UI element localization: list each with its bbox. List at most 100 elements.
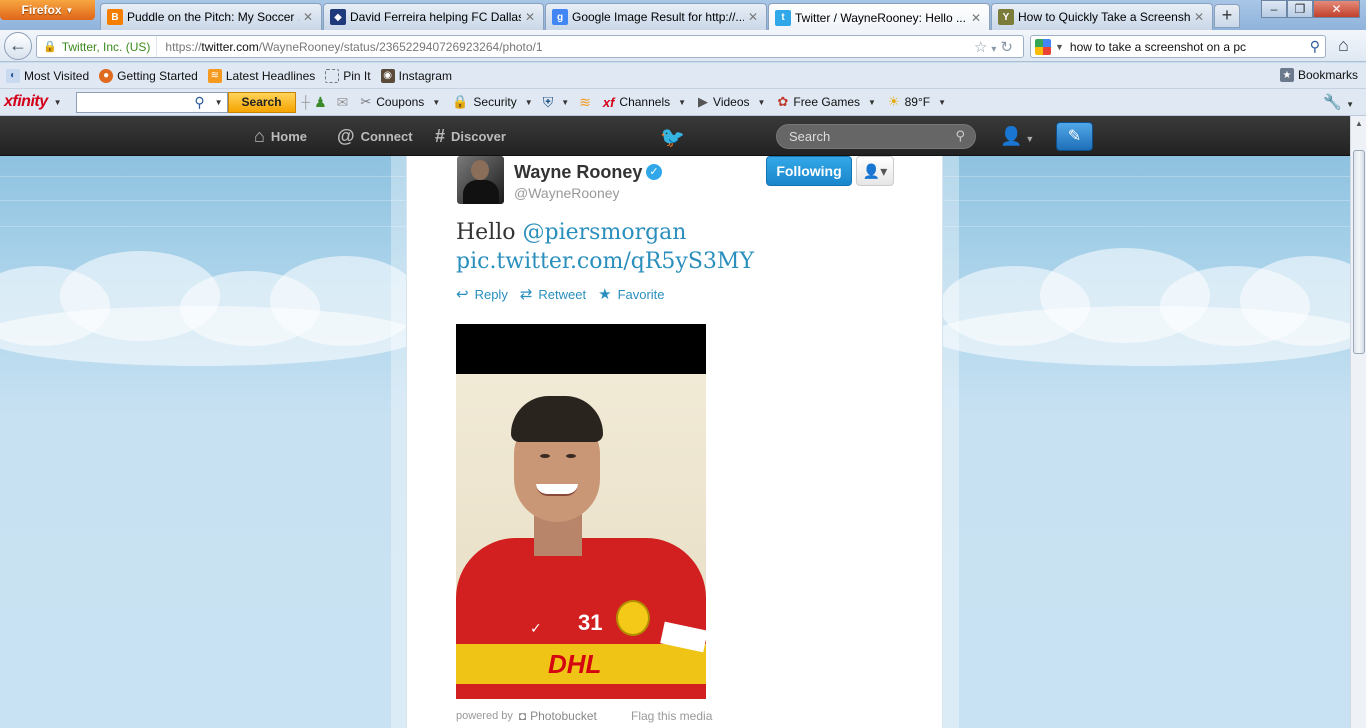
fc-dallas-icon: ◆ bbox=[330, 9, 346, 25]
url-bar[interactable]: 🔒 Twitter, Inc. (US) https://twitter.com… bbox=[36, 35, 1024, 58]
xfinity-logo[interactable]: xfinity bbox=[4, 93, 48, 111]
xfinity-weather[interactable]: ☀ 89°F ▼ bbox=[888, 94, 946, 110]
search-icon[interactable]: ⚲ bbox=[955, 128, 965, 144]
site-identity[interactable]: 🔒 Twitter, Inc. (US) bbox=[37, 36, 158, 57]
xfinity-search-button[interactable]: Search bbox=[227, 91, 296, 113]
hashtag-icon: # bbox=[435, 125, 446, 146]
photo-shirt-number: 31 bbox=[578, 610, 603, 635]
photobucket-link[interactable]: ◘ Photobucket bbox=[519, 709, 597, 723]
xfinity-free-games[interactable]: ✿ Free Games ▼ bbox=[777, 94, 876, 110]
chevron-down-icon: ▼ bbox=[524, 97, 533, 107]
xfinity-channels[interactable]: xf Channels ▼ bbox=[603, 95, 686, 110]
close-tab-icon[interactable]: ✕ bbox=[303, 10, 315, 24]
xfinity-search-input[interactable]: ⚲ ▼ bbox=[75, 91, 228, 113]
separator-icon: ┼ bbox=[301, 95, 311, 109]
bookmark-pin-it[interactable]: Pin It bbox=[325, 68, 371, 83]
user-menu-icon[interactable]: 👤 ▼ bbox=[1000, 126, 1034, 147]
tab-google-image-result[interactable]: g Google Image Result for http://... ✕ bbox=[545, 3, 767, 30]
xfinity-item-label: Videos bbox=[713, 95, 750, 109]
retweet-button[interactable]: ⇄ Retweet bbox=[520, 285, 586, 303]
new-tab-button[interactable]: + bbox=[1214, 4, 1240, 28]
search-engine-dropdown-icon[interactable]: ▼ bbox=[1055, 42, 1064, 52]
padlock-icon: 🔒 bbox=[452, 94, 469, 109]
twitter-bird-icon[interactable]: 🐦 bbox=[660, 125, 685, 150]
xfinity-coupons[interactable]: ✂ Coupons ▼ bbox=[360, 94, 440, 110]
tab-how-to-screenshot[interactable]: Y How to Quickly Take a Screensh... ✕ bbox=[991, 3, 1213, 30]
twitter-topbar: ⌂ Home @ Connect # Discover 🐦 Search ⚲ 👤… bbox=[0, 116, 1350, 156]
bookmark-latest-headlines[interactable]: ≋ Latest Headlines bbox=[207, 68, 315, 83]
scroll-up-icon[interactable]: ▲ bbox=[1351, 116, 1366, 132]
reply-button[interactable]: ↩ Reply bbox=[456, 285, 508, 303]
rss-icon[interactable]: ≋ bbox=[579, 94, 591, 111]
url-path: /WayneRooney/status/236522940726923264/p… bbox=[258, 39, 543, 54]
instagram-icon: ◉ bbox=[380, 68, 395, 83]
bookmark-instagram[interactable]: ◉ Instagram bbox=[380, 68, 452, 83]
wrench-icon[interactable]: 🔧 ▼ bbox=[1323, 93, 1354, 111]
reload-icon[interactable]: ↻ bbox=[1000, 39, 1017, 56]
xfinity-item-label: Coupons bbox=[376, 95, 425, 109]
lock-icon: 🔒 bbox=[43, 41, 57, 53]
bookmark-label: Pin It bbox=[343, 68, 371, 83]
url-text[interactable]: https://twitter.com/WayneRooney/status/2… bbox=[157, 40, 542, 54]
following-button[interactable]: Following bbox=[766, 156, 852, 186]
maximize-button[interactable]: ❐ bbox=[1287, 0, 1313, 18]
tweet-mention-link[interactable]: @piersmorgan bbox=[523, 220, 687, 245]
house-icon: ⌂ bbox=[254, 125, 265, 146]
user-actions-button[interactable]: 👤▾ bbox=[856, 156, 894, 186]
chevron-down-icon[interactable]: ▼ bbox=[54, 98, 62, 107]
xfinity-toolbar: xfinity ▼ ⚲ ▼ Search ┼ ♟ ✉ ✂ Coupons ▼ 🔒… bbox=[0, 89, 1366, 116]
person-icon[interactable]: ♟ bbox=[314, 94, 327, 111]
close-window-button[interactable]: ✕ bbox=[1313, 0, 1360, 18]
bookmarks-menu[interactable]: ★ Bookmarks bbox=[1279, 68, 1358, 82]
mail-icon[interactable]: ✉ bbox=[337, 94, 349, 111]
close-tab-icon[interactable]: ✕ bbox=[525, 10, 537, 24]
twitter-nav-connect[interactable]: @ Connect bbox=[337, 116, 413, 156]
scrollbar-thumb[interactable] bbox=[1353, 150, 1365, 354]
flag-media-link[interactable]: Flag this media bbox=[631, 709, 712, 723]
star-icon[interactable]: ☆ bbox=[974, 39, 991, 56]
vertical-scrollbar[interactable]: ▲ bbox=[1350, 116, 1366, 728]
xfinity-item-label: Security bbox=[473, 95, 517, 109]
tweet-media-link[interactable]: pic.twitter.com/qR5yS3MY bbox=[456, 249, 754, 274]
tweet-photo[interactable]: DHL 31 ✓ bbox=[456, 324, 706, 699]
search-icon[interactable]: ⚲ bbox=[1310, 38, 1320, 55]
search-query[interactable]: how to take a screenshot on a pc bbox=[1070, 40, 1310, 54]
tab-fc-dallas[interactable]: ◆ David Ferreira helping FC Dallas ... ✕ bbox=[323, 3, 544, 30]
navigation-bar: ← 🔒 Twitter, Inc. (US) https://twitter.c… bbox=[0, 30, 1366, 62]
firefox-menu-button[interactable]: Firefox ▼ bbox=[0, 0, 95, 20]
twitter-nav-home[interactable]: ⌂ Home bbox=[254, 116, 307, 156]
avatar[interactable] bbox=[457, 156, 504, 204]
chevron-down-icon: ▼ bbox=[868, 97, 876, 107]
google-icon[interactable] bbox=[1035, 38, 1051, 55]
close-tab-icon[interactable]: ✕ bbox=[1194, 10, 1206, 24]
close-tab-icon[interactable]: ✕ bbox=[748, 10, 760, 24]
home-icon[interactable]: ⌂ bbox=[1338, 35, 1349, 56]
games-icon: ✿ bbox=[777, 94, 789, 109]
swoosh-icon: ✓ bbox=[530, 620, 542, 636]
tab-twitter-wayne-rooney[interactable]: t Twitter / WayneRooney: Hello ... ✕ bbox=[768, 3, 990, 31]
bookmark-getting-started[interactable]: ● Getting Started bbox=[99, 68, 198, 83]
search-bar[interactable]: ▼ how to take a screenshot on a pc ⚲ bbox=[1030, 35, 1326, 58]
chevron-down-icon[interactable]: ▼ bbox=[561, 98, 569, 107]
close-tab-icon[interactable]: ✕ bbox=[971, 11, 983, 25]
bookmark-most-visited[interactable]: ◐ Most Visited bbox=[6, 68, 89, 83]
favorite-button[interactable]: ★ Favorite bbox=[598, 285, 664, 303]
chevron-down-icon[interactable]: ▼ bbox=[215, 98, 223, 107]
url-bar-actions: ☆▾↻ bbox=[974, 38, 1017, 56]
minimize-button[interactable]: – bbox=[1261, 0, 1287, 18]
chevron-down-icon: ▼ bbox=[938, 97, 947, 107]
twitter-nav-discover[interactable]: # Discover bbox=[435, 116, 506, 156]
tab-puddle-on-the-pitch[interactable]: B Puddle on the Pitch: My Soccer ... ✕ bbox=[100, 3, 322, 30]
xfinity-item-label: Channels bbox=[619, 95, 671, 109]
back-arrow-icon[interactable]: ← bbox=[4, 32, 32, 60]
tweet-author-name[interactable]: Wayne Rooney bbox=[514, 162, 642, 183]
tweet-text-prefix: Hello bbox=[456, 220, 523, 245]
xfinity-videos[interactable]: ▶ Videos ▼ bbox=[698, 94, 765, 110]
twitter-search-input[interactable]: Search ⚲ bbox=[776, 124, 976, 149]
xfinity-security[interactable]: 🔒 Security ▼ bbox=[452, 94, 532, 110]
firefox-icon: ● bbox=[99, 68, 114, 83]
compose-tweet-button[interactable]: ✎ bbox=[1056, 122, 1093, 151]
shield-icon[interactable]: ⛨ bbox=[543, 94, 554, 111]
search-placeholder: Search bbox=[789, 129, 831, 144]
tweet-author-handle[interactable]: @WayneRooney bbox=[514, 185, 620, 201]
